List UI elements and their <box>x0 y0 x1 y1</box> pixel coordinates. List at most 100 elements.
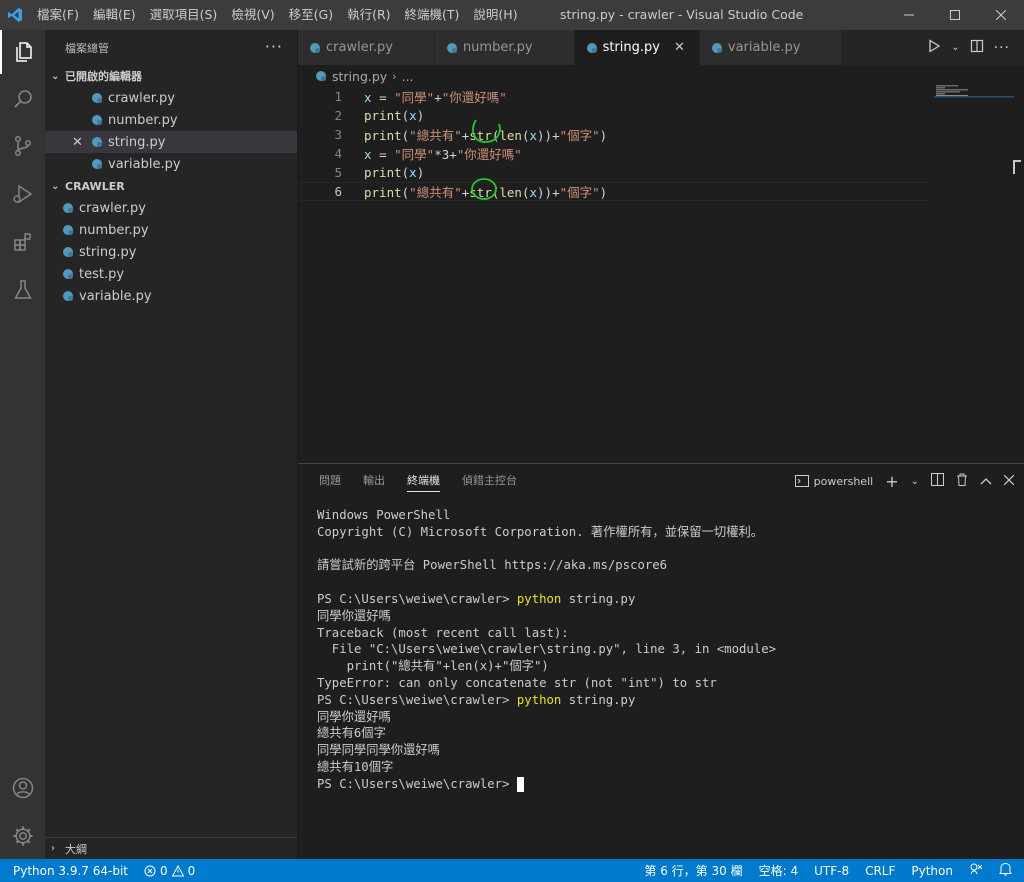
tab-variable[interactable]: variable.py <box>699 30 843 65</box>
tab-number[interactable]: number.py <box>434 30 575 65</box>
menu-file[interactable]: 檔案(F) <box>30 0 86 30</box>
activity-bar <box>0 30 45 859</box>
file-item-variable[interactable]: variable.py <box>45 285 297 307</box>
python-file-icon <box>92 159 102 169</box>
language-mode[interactable]: Python <box>903 864 961 878</box>
minimize-icon <box>904 14 914 16</box>
warning-icon <box>171 864 184 876</box>
terminal-prompt-line: PS C:\Users\weiwe\crawler> python string… <box>317 692 776 709</box>
breadcrumb-file[interactable]: string.py <box>332 69 387 84</box>
terminal-cursor <box>516 776 524 792</box>
add-terminal-icon[interactable]: + <box>885 472 898 491</box>
minimap[interactable] <box>934 85 1014 99</box>
flask-icon <box>13 280 32 299</box>
open-editor-item-number[interactable]: number.py <box>45 109 297 131</box>
code-editor[interactable]: 1 x = "同學"+"你還好嗎" 2 print(x) 3 print("總共… <box>298 87 1024 457</box>
notifications-icon[interactable] <box>991 862 1024 879</box>
open-editors-section-header[interactable]: ⌄ 已開啟的編輯器 <box>45 65 297 87</box>
close-tab-icon[interactable]: ✕ <box>674 40 685 55</box>
open-editor-label: string.py <box>108 134 166 150</box>
code-line-current: 6 print("總共有"+str(len(x))+"個字") <box>298 182 928 201</box>
close-icon <box>996 10 1006 20</box>
run-debug-activity[interactable] <box>0 172 45 216</box>
chevron-down-icon[interactable]: ⌄ <box>951 42 959 53</box>
menu-help[interactable]: 說明(H) <box>466 0 524 30</box>
editor-tabs: crawler.py number.py string.py ✕ variabl… <box>298 30 1024 65</box>
python-file-icon <box>63 291 73 301</box>
open-editor-item-variable[interactable]: variable.py <box>45 153 297 175</box>
close-window-button[interactable] <box>978 0 1024 30</box>
split-editor-icon[interactable] <box>970 39 984 57</box>
file-item-test[interactable]: test.py <box>45 263 297 285</box>
encoding[interactable]: UTF-8 <box>806 864 857 878</box>
terminal-command: python <box>516 591 562 606</box>
more-actions-icon[interactable]: ··· <box>265 37 283 56</box>
tab-output[interactable]: 輸出 <box>363 464 385 498</box>
extensions-activity[interactable] <box>0 220 45 264</box>
run-python-file-icon[interactable] <box>927 38 941 57</box>
terminal-line: 請嘗試新的跨平台 PowerShell https://aka.ms/pscor… <box>317 558 668 573</box>
warning-count: 0 <box>187 863 196 878</box>
split-terminal-icon[interactable] <box>931 473 944 489</box>
accounts-activity[interactable] <box>0 766 45 810</box>
file-item-string[interactable]: string.py <box>45 241 297 263</box>
terminal-selector[interactable]: powershell <box>794 475 873 488</box>
manage-activity[interactable] <box>0 814 45 858</box>
python-file-icon <box>63 225 73 235</box>
tab-label: string.py <box>602 40 660 55</box>
indentation[interactable]: 空格: 4 <box>751 862 807 879</box>
search-activity[interactable] <box>0 77 45 121</box>
minimize-button[interactable] <box>886 0 932 30</box>
breadcrumb-rest[interactable]: ... <box>402 69 414 84</box>
chevron-right-icon: › <box>392 69 397 83</box>
outline-section-header[interactable]: › 大綱 <box>45 837 297 859</box>
line-number: 2 <box>334 108 342 123</box>
run-debug-icon <box>12 184 32 204</box>
account-icon <box>12 777 33 799</box>
tab-crawler[interactable]: crawler.py <box>298 30 435 65</box>
tab-string[interactable]: string.py ✕ <box>574 30 700 65</box>
file-item-crawler[interactable]: crawler.py <box>45 197 297 219</box>
maximize-button[interactable] <box>932 0 978 30</box>
line-number: 4 <box>334 146 342 161</box>
search-icon <box>13 90 32 108</box>
open-editor-label: crawler.py <box>108 90 175 106</box>
maximize-panel-icon[interactable] <box>980 474 992 488</box>
source-control-activity[interactable] <box>0 124 45 168</box>
tab-problems[interactable]: 問題 <box>319 464 341 498</box>
window-title: string.py - crawler - Visual Studio Code <box>560 7 804 22</box>
file-label: crawler.py <box>79 200 146 216</box>
file-label: test.py <box>79 266 125 282</box>
python-file-icon <box>63 247 73 257</box>
terminal-argument: string.py <box>561 591 636 606</box>
close-panel-icon[interactable] <box>1003 474 1015 488</box>
open-editor-item-crawler[interactable]: crawler.py <box>45 87 297 109</box>
end-of-line[interactable]: CRLF <box>857 864 903 878</box>
folder-section-header[interactable]: ⌄ CRAWLER <box>45 175 297 197</box>
tab-terminal[interactable]: 終端機 <box>407 464 440 498</box>
menu-run[interactable]: 執行(R) <box>340 0 397 30</box>
cursor-position[interactable]: 第 6 行，第 30 欄 <box>636 862 750 879</box>
trash-icon[interactable] <box>956 473 968 489</box>
file-item-number[interactable]: number.py <box>45 219 297 241</box>
status-bar-right: 第 6 行，第 30 欄 空格: 4 UTF-8 CRLF Python <box>636 859 1024 882</box>
tab-debug-console[interactable]: 偵錯主控台 <box>462 464 517 498</box>
menu-terminal[interactable]: 終端機(T) <box>398 0 467 30</box>
terminal-output[interactable]: Windows PowerShell Copyright (C) Microso… <box>317 507 776 793</box>
close-editor-icon[interactable]: ✕ <box>72 135 83 150</box>
python-interpreter[interactable]: Python 3.9.7 64-bit <box>0 864 136 878</box>
menu-go[interactable]: 移至(G) <box>282 0 340 30</box>
testing-activity[interactable] <box>0 268 45 312</box>
python-file-icon <box>586 42 597 53</box>
python-file-icon <box>92 115 102 125</box>
explorer-activity[interactable] <box>0 30 45 74</box>
python-file-icon <box>711 42 722 53</box>
menu-edit[interactable]: 編輯(E) <box>86 0 143 30</box>
chevron-down-icon[interactable]: ⌄ <box>911 476 919 487</box>
menu-view[interactable]: 檢視(V) <box>224 0 281 30</box>
more-actions-icon[interactable]: ··· <box>994 40 1010 56</box>
open-editor-item-string[interactable]: ✕ string.py <box>45 131 297 153</box>
feedback-icon[interactable] <box>961 862 991 879</box>
menu-selection[interactable]: 選取項目(S) <box>143 0 225 30</box>
problems-status[interactable]: 0 0 <box>136 864 203 878</box>
